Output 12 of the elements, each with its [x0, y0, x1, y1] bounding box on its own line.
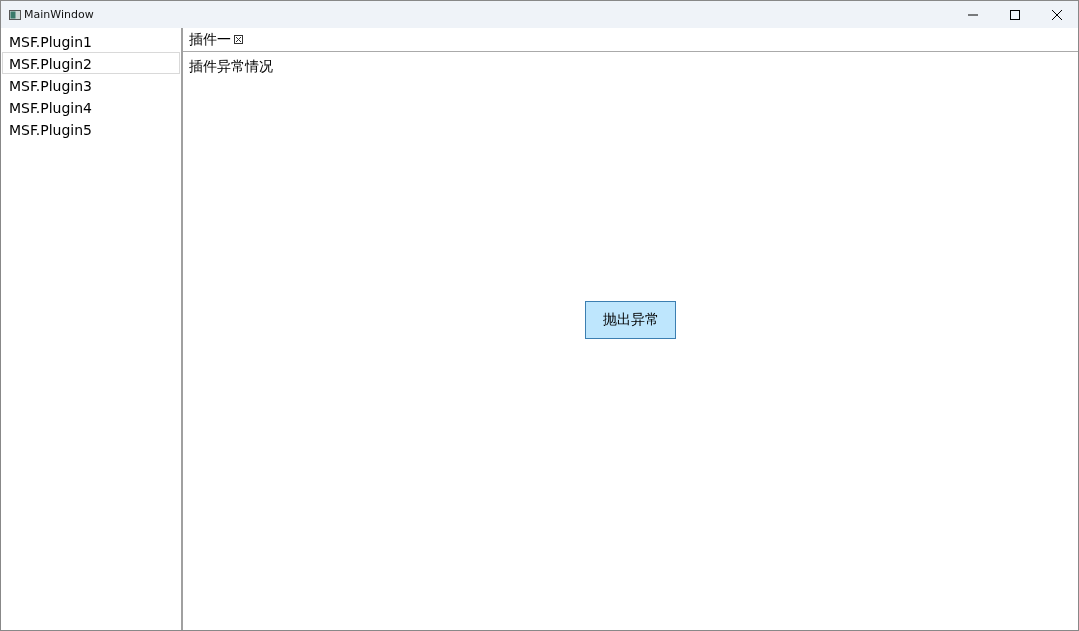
- window-title: MainWindow: [24, 8, 94, 21]
- sidebar-item[interactable]: MSF.Plugin2: [2, 52, 180, 74]
- close-icon: [1052, 9, 1062, 20]
- app-icon: [9, 9, 21, 20]
- maximize-icon: [1010, 9, 1020, 20]
- throw-exception-button[interactable]: 抛出异常: [585, 301, 676, 339]
- close-icon[interactable]: [234, 35, 243, 44]
- sidebar-item[interactable]: MSF.Plugin1: [2, 30, 180, 52]
- sidebar-item[interactable]: MSF.Plugin4: [2, 96, 180, 118]
- sidebar-item[interactable]: MSF.Plugin3: [2, 74, 180, 96]
- sidebar-item[interactable]: MSF.Plugin5: [2, 118, 180, 140]
- status-label: 插件异常情况: [189, 58, 273, 76]
